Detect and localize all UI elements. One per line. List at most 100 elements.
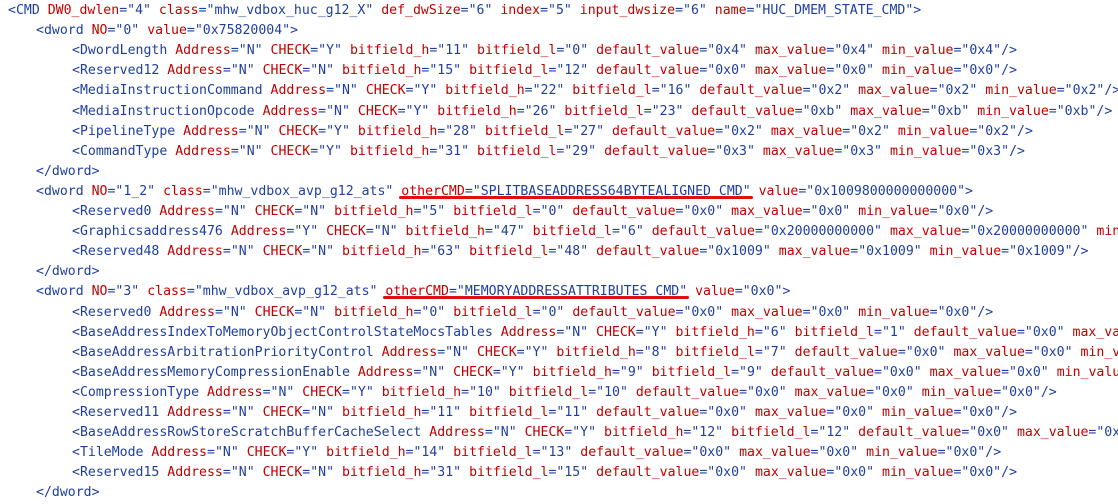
- tag-close: />: [1072, 244, 1089, 260]
- field-line[interactable]: <Reserved48 Address="N" CHECK="N" bitfie…: [0, 242, 1089, 262]
- attribute-value: ="N": [365, 224, 398, 240]
- xml-attribute: bitfield_h="63": [342, 244, 461, 259]
- dword-close-line[interactable]: </dword>: [0, 162, 100, 182]
- field-line[interactable]: <BaseAddressArbitrationPriorityControl A…: [0, 343, 1118, 363]
- xml-attribute: Address="N": [358, 365, 445, 380]
- field-line[interactable]: <TileMode Address="N" CHECK="Y" bitfield…: [0, 443, 1001, 463]
- attribute-value: ="HUC_DMEM_STATE_CMD": [746, 3, 914, 18]
- attribute-name: CHECK: [302, 384, 342, 400]
- attribute-value: ="9": [731, 364, 763, 380]
- attribute-name: max_value: [770, 123, 843, 139]
- field-line[interactable]: <Reserved0 Address="N" CHECK="N" bitfiel…: [0, 202, 993, 222]
- dword-close-line[interactable]: </dword>: [0, 483, 100, 503]
- xml-attribute: min_value="0x0": [1057, 365, 1118, 380]
- attribute-value: ="0x2": [1056, 83, 1105, 99]
- attribute-name: max_value: [889, 224, 962, 240]
- dword-open-line[interactable]: <dword NO="0" value="0x75820004">: [0, 21, 298, 41]
- field-line[interactable]: <MediaInstructionOpcode Address="N" CHEC…: [0, 102, 1112, 122]
- field-line[interactable]: <DwordLength Address="N" CHECK="Y" bitfi…: [0, 41, 1017, 61]
- field-line[interactable]: <PipelineType Address="N" CHECK="Y" bitf…: [0, 122, 1033, 142]
- field-line[interactable]: <BaseAddressIndexToMemoryObjectControlSt…: [0, 323, 1118, 343]
- xml-attribute: CHECK="Y": [453, 365, 524, 380]
- xml-attribute: bitfield_l="1": [795, 325, 906, 340]
- xml-attribute: CHECK="N": [263, 405, 334, 420]
- attribute-value: ="0": [556, 43, 589, 59]
- attribute-value: ="0x0": [699, 465, 747, 481]
- xml-attribute: bitfield_l="0": [477, 43, 588, 58]
- attribute-name: CHECK: [246, 445, 287, 461]
- attribute-value: ="0xb": [794, 103, 843, 119]
- xml-attribute: CHECK="N": [255, 204, 326, 219]
- attribute-name: bitfield_l: [484, 123, 565, 139]
- field-line[interactable]: <Reserved11 Address="N" CHECK="N" bitfie…: [0, 403, 1017, 423]
- tag-close: />: [985, 445, 1002, 461]
- xml-attribute: CHECK="Y": [358, 104, 429, 119]
- field-line[interactable]: <CompressionType Address="N" CHECK="Y" b…: [0, 383, 1057, 403]
- dword-close-line[interactable]: </dword>: [0, 262, 100, 282]
- highlighted-attribute: otherCMD="MEMORYADDRESSATTRIBUTES_CMD": [385, 284, 687, 299]
- attribute-value: ="31": [429, 143, 470, 159]
- field-line[interactable]: <Reserved12 Address="N" CHECK="N" bitfie…: [0, 61, 1017, 81]
- attribute-name: bitfield_h: [675, 324, 755, 340]
- dword-open-line[interactable]: <dword NO="3" class="mhw_vdbox_avp_g12_a…: [0, 282, 790, 302]
- dword-open-line[interactable]: <dword NO="1_2" class="mhw_vdbox_avp_g12…: [0, 182, 973, 202]
- attribute-value: ="1": [874, 324, 906, 340]
- attribute-value: ="10": [588, 384, 628, 400]
- xml-attribute: bitfield_h="12": [604, 425, 723, 440]
- xml-attribute: max_value="0xb": [850, 104, 969, 119]
- attribute-value: ="26": [516, 103, 557, 119]
- field-line[interactable]: <MediaInstructionCommand Address="N" CHE…: [0, 81, 1118, 101]
- xml-attribute: bitfield_h="31": [342, 465, 461, 480]
- attribute-value: ="0x2": [842, 123, 890, 139]
- field-tag: <Reserved15: [72, 465, 160, 481]
- xml-attribute: default_value="0x1009": [596, 244, 771, 259]
- attribute-value: ="0x3": [961, 143, 1010, 159]
- attribute-name: CHECK: [262, 405, 303, 420]
- attribute-value: ="Y": [564, 425, 597, 441]
- field-line[interactable]: <BaseAddressMemoryCompressionEnable Addr…: [0, 363, 1118, 383]
- xml-viewer[interactable]: <CMD DW0_dwlen="4" class="mhw_vdbox_huc_…: [0, 0, 1118, 504]
- attribute-value: ="6": [754, 324, 787, 340]
- attribute-name: value: [147, 23, 187, 39]
- tag-close: />: [1104, 83, 1118, 99]
- attribute-name: bitfield_l: [469, 465, 549, 481]
- attribute-name: default_value: [635, 384, 740, 400]
- xml-attribute: CHECK="N": [263, 63, 334, 78]
- attribute-value: ="0x0": [826, 63, 875, 79]
- field-line[interactable]: <Reserved15 Address="N" CHECK="N" bitfie…: [0, 463, 1017, 483]
- field-tag: <TileMode: [72, 445, 144, 461]
- field-line[interactable]: <Graphicsaddress476 Address="Y" CHECK="N…: [0, 222, 1118, 242]
- attribute-name: input_dwsize: [579, 3, 676, 18]
- xml-attribute: class="mhw_vdbox_huc_g12_X": [159, 3, 373, 18]
- field-tag: <BaseAddressMemoryCompressionEnable: [72, 364, 350, 380]
- xml-attribute: max_value="0x0": [795, 385, 914, 400]
- attribute-name: default_value: [596, 63, 700, 79]
- xml-attribute: CHECK="N": [255, 305, 326, 320]
- attribute-value: ="0x2": [929, 83, 978, 99]
- field-line[interactable]: <Reserved0 Address="N" CHECK="N" bitfiel…: [0, 303, 993, 323]
- xml-attribute: bitfield_h="10": [382, 385, 501, 400]
- xml-attribute: Address="N": [501, 325, 588, 340]
- field-line[interactable]: <BaseAddressRowStoreScratchBufferCacheSe…: [0, 423, 1118, 443]
- cmd-open-line[interactable]: <CMD DW0_dwlen="4" class="mhw_vdbox_huc_…: [0, 1, 921, 21]
- xml-attribute: min_value="0x0": [858, 204, 977, 219]
- xml-attribute: Address="N": [175, 43, 262, 58]
- xml-attribute: bitfield_h="5": [334, 204, 445, 219]
- attribute-name: bitfield_h: [604, 425, 684, 441]
- attribute-name: Address: [183, 123, 239, 139]
- xml-attribute: CHECK="N": [326, 224, 397, 239]
- attribute-name: CHECK: [262, 465, 303, 481]
- field-tag: <BaseAddressArbitrationPriorityControl: [72, 344, 374, 360]
- xml-attribute: default_value="0x0": [858, 425, 1009, 440]
- attribute-name: Address: [357, 364, 414, 380]
- attribute-name: min_value: [882, 63, 954, 79]
- attribute-name: default_value: [572, 304, 676, 320]
- attribute-value: ="0x1009": [850, 244, 922, 260]
- xml-attribute: max_value="0x1009": [779, 244, 922, 259]
- attribute-name: max_value: [858, 83, 930, 99]
- field-line[interactable]: <CommandType Address="N" CHECK="Y" bitfi…: [0, 142, 1025, 162]
- attribute-name: bitfield_l: [469, 244, 549, 260]
- attribute-value: ="14": [405, 445, 446, 461]
- attribute-name: CHECK: [270, 143, 311, 159]
- cmd-tag: <CMD: [8, 3, 40, 18]
